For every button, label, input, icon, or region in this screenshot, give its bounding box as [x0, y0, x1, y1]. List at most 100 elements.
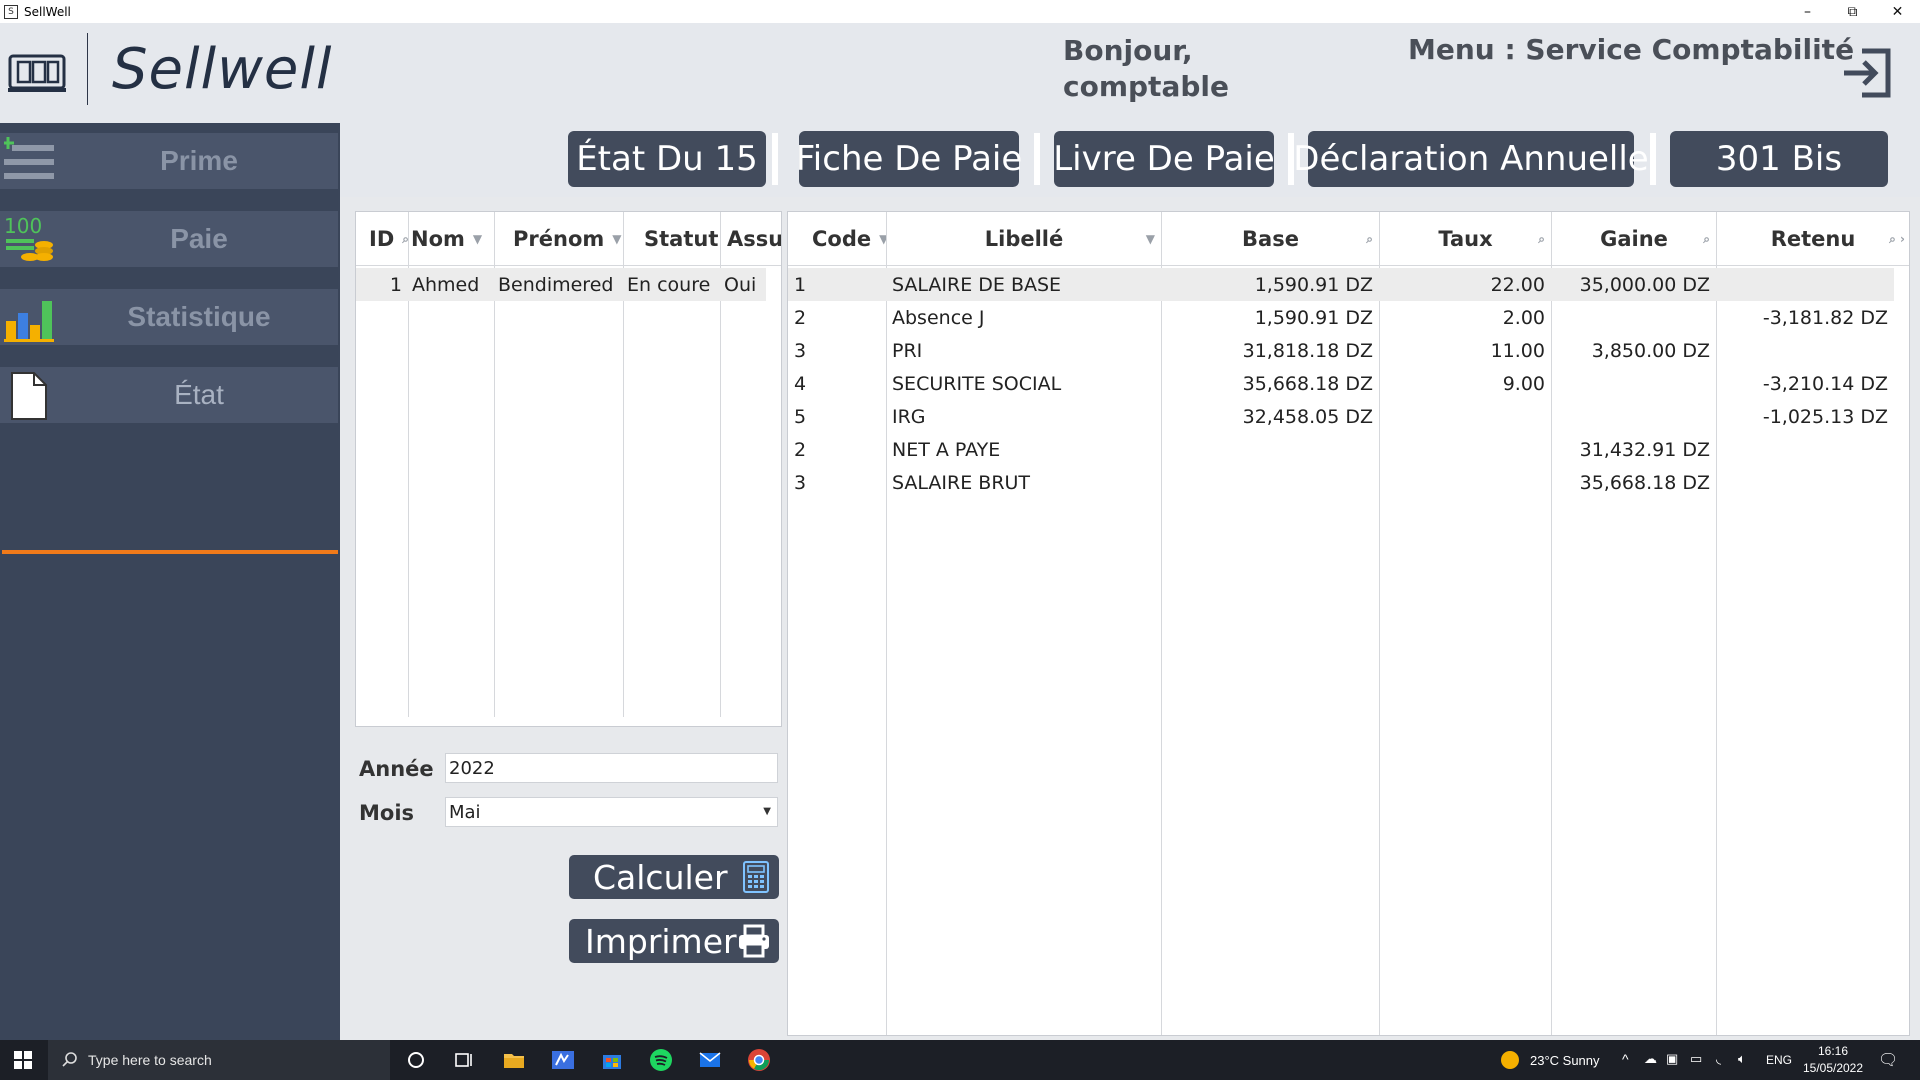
- cell-gaine: 35,000.00 DZ: [1579, 273, 1710, 296]
- table-row[interactable]: 3 SALAIRE BRUT 35,668.18 DZ: [788, 466, 1894, 499]
- calculer-button[interactable]: Calculer: [569, 855, 779, 899]
- greeting: Bonjour, comptable: [1063, 34, 1229, 103]
- column-header-statut[interactable]: Statut▼: [628, 212, 722, 266]
- tab-etat-du-15[interactable]: État Du 15: [568, 131, 766, 187]
- cell-code: 2: [794, 306, 807, 329]
- mail-icon[interactable]: [698, 1048, 722, 1072]
- employee-grid[interactable]: ID⌕ Nom▼ Prénom▼ Statut▼ Assu› 1 Ahmed B…: [355, 211, 782, 727]
- cell-base: 1,590.91 DZ: [1254, 273, 1373, 296]
- tab-livre-de-paie[interactable]: Livre De Paie: [1053, 131, 1275, 187]
- column-header-taux[interactable]: Taux ⌕: [1380, 212, 1551, 266]
- volume-icon[interactable]: 🔈︎: [1738, 1051, 1746, 1067]
- window-titlebar: S SellWell – ⧉ ✕: [0, 0, 1920, 23]
- printer-icon: [737, 924, 771, 966]
- imprimer-button[interactable]: Imprimer: [569, 919, 779, 963]
- column-header-prenom[interactable]: Prénom ▼: [499, 212, 626, 266]
- cell-taux: 9.00: [1502, 372, 1545, 395]
- chrome-icon[interactable]: [747, 1048, 771, 1072]
- tab-separator: [1034, 133, 1040, 185]
- column-header-libelle[interactable]: Libellé ▼: [887, 212, 1161, 266]
- cell-libelle: SALAIRE DE BASE: [892, 273, 1062, 296]
- notification-icon[interactable]: 🗨︎: [1878, 1050, 1898, 1070]
- column-header-code[interactable]: Code▼: [788, 212, 886, 266]
- sidebar-item-label: Statistique: [127, 301, 271, 332]
- cell-base: 31,818.18 DZ: [1242, 339, 1373, 362]
- file-explorer-icon[interactable]: [502, 1048, 526, 1072]
- windows-start-icon[interactable]: [14, 1051, 32, 1069]
- filter-icon[interactable]: ▼: [879, 232, 886, 246]
- language-indicator[interactable]: ENG: [1766, 1053, 1792, 1067]
- store-icon[interactable]: [600, 1048, 624, 1072]
- tray-chevron-up-icon[interactable]: ^: [1622, 1051, 1629, 1067]
- annee-input[interactable]: 2022: [445, 753, 778, 783]
- device-icon[interactable]: ▣: [1666, 1051, 1678, 1067]
- task-view-icon[interactable]: [452, 1048, 476, 1072]
- taskbar: Type here to search 23°C Sunny ^ ☁ ▣ ▭ ◟…: [0, 1040, 1920, 1080]
- column-header-assu[interactable]: Assu›: [724, 212, 781, 266]
- close-icon[interactable]: ✕: [1875, 0, 1920, 23]
- table-row[interactable]: 3 PRI 31,818.18 DZ 11.00 3,850.00 DZ: [788, 334, 1894, 367]
- tab-fiche-de-paie[interactable]: Fiche De Paie: [796, 131, 1022, 187]
- cell-nom: Ahmed: [412, 273, 480, 296]
- cell-statut: En coure: [627, 273, 711, 296]
- column-header-id[interactable]: ID ⌕: [369, 212, 409, 266]
- cortana-icon[interactable]: [404, 1048, 428, 1072]
- search-icon[interactable]: ⌕: [1366, 232, 1373, 247]
- sidebar-item-prime[interactable]: Prime: [0, 133, 338, 189]
- cell-retenu: [1717, 334, 1894, 367]
- payslip-grid[interactable]: Code▼ Libellé▼ Base⌕ Taux⌕ Gaine⌕ Retenu…: [787, 211, 1910, 1036]
- weather-text[interactable]: 23°C Sunny: [1530, 1053, 1600, 1068]
- filter-icon[interactable]: ▼: [1146, 232, 1155, 246]
- table-row[interactable]: 2 NET A PAYE 31,432.91 DZ: [788, 433, 1894, 466]
- taskbar-search[interactable]: Type here to search: [48, 1040, 390, 1080]
- sidebar-item-paie[interactable]: 100 Paie: [0, 211, 338, 267]
- cell-gaine: 3,850.00 DZ: [1591, 339, 1710, 362]
- table-row[interactable]: 5 IRG 32,458.05 DZ -1,025.13 DZ: [788, 400, 1894, 433]
- document-icon: [4, 371, 54, 421]
- weather-sun-icon: [1498, 1048, 1522, 1072]
- table-row[interactable]: 1 SALAIRE DE BASE 1,590.91 DZ 22.00 35,0…: [788, 268, 1894, 301]
- cell-libelle: SECURITE SOCIAL: [892, 372, 1062, 395]
- search-placeholder: Type here to search: [88, 1052, 212, 1068]
- battery-icon[interactable]: ▭: [1690, 1051, 1702, 1067]
- cell-code: 3: [794, 339, 807, 362]
- clock-date[interactable]: 15/05/2022: [1802, 1061, 1864, 1075]
- table-row[interactable]: 4 SECURITE SOCIAL 35,668.18 DZ 9.00 -3,2…: [788, 367, 1894, 400]
- cell-taux: [1380, 400, 1551, 433]
- cell-assu: Oui: [724, 273, 757, 296]
- spotify-icon[interactable]: [649, 1048, 673, 1072]
- cell-id: 1: [389, 273, 402, 296]
- column-header-base[interactable]: Base ⌕: [1162, 212, 1379, 266]
- column-header-gaine[interactable]: Gaine ⌕: [1552, 212, 1716, 266]
- logout-icon[interactable]: [1840, 47, 1892, 99]
- column-header-nom[interactable]: Nom ▼: [411, 212, 497, 266]
- cell-libelle: PRI: [892, 339, 923, 362]
- filter-icon[interactable]: ▼: [612, 232, 621, 246]
- search-icon[interactable]: ⌕: [1538, 232, 1545, 247]
- tab-301-bis[interactable]: 301 Bis: [1670, 131, 1888, 187]
- list-add-icon: [2, 137, 54, 187]
- cell-prenom: Bendimered: [498, 273, 614, 296]
- search-icon[interactable]: ⌕ ›: [1889, 232, 1905, 247]
- tab-declaration-annuelle[interactable]: Déclaration Annuelle: [1293, 131, 1649, 187]
- sidebar-item-etat[interactable]: État: [0, 367, 338, 423]
- search-icon[interactable]: ⌕: [1703, 232, 1710, 247]
- app-icon-blue[interactable]: [551, 1048, 575, 1072]
- clock-time[interactable]: 16:16: [1802, 1044, 1864, 1058]
- table-row[interactable]: 2 Absence J 1,590.91 DZ 2.00 -3,181.82 D…: [788, 301, 1894, 334]
- cell-libelle: SALAIRE BRUT: [892, 471, 1031, 494]
- coins-icon: 100: [4, 214, 54, 265]
- sidebar-item-statistique[interactable]: Statistique: [0, 289, 338, 345]
- minimize-icon[interactable]: –: [1785, 0, 1830, 23]
- cell-base: [1162, 433, 1379, 466]
- mois-select[interactable]: Mai ▼: [445, 797, 778, 827]
- wifi-icon[interactable]: ◟: [1716, 1051, 1721, 1067]
- bar-chart-icon: [4, 293, 54, 343]
- restore-icon[interactable]: ⧉: [1830, 0, 1875, 23]
- chevron-down-icon[interactable]: ▼: [763, 806, 771, 817]
- filter-icon[interactable]: ▼: [473, 232, 482, 246]
- onedrive-icon[interactable]: ☁: [1644, 1051, 1657, 1067]
- search-icon: [62, 1051, 78, 1067]
- column-header-retenu[interactable]: Retenu ⌕ ›: [1717, 212, 1909, 266]
- table-row[interactable]: 1 Ahmed Bendimered En coure Oui: [356, 268, 766, 301]
